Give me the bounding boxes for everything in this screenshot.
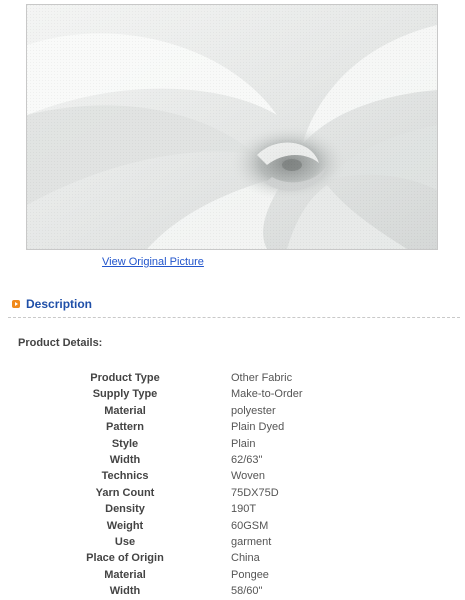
spec-key: Supply Type <box>92 388 158 401</box>
spec-key: Use <box>114 535 136 548</box>
spec-value: Plain <box>231 437 256 450</box>
spec-value: 58/60" <box>231 585 263 598</box>
section-title: Description <box>26 297 93 311</box>
spec-value: 62/63" <box>231 453 263 466</box>
spec-row: Material Pongee <box>0 567 465 583</box>
spec-row: Use garment <box>0 534 465 550</box>
spec-key: Style <box>111 437 139 450</box>
spec-key: Pattern <box>106 421 144 434</box>
spec-row: Pattern Plain Dyed <box>0 419 465 435</box>
spec-key: Weight <box>106 519 144 532</box>
spec-value: Pongee <box>231 568 269 581</box>
spec-key: Width <box>109 453 141 466</box>
spec-value: 190T <box>231 503 257 516</box>
spec-key: Yarn Count <box>95 486 155 499</box>
specs-table: Product Type Other Fabric Supply Type Ma… <box>0 370 465 599</box>
spec-row: Width 62/63" <box>0 452 465 468</box>
spec-value: China <box>231 552 260 565</box>
spec-value: Make-to-Order <box>231 388 303 401</box>
spec-key: Material <box>104 404 146 417</box>
spec-value: polyester <box>231 404 276 417</box>
product-image[interactable] <box>26 4 438 250</box>
spec-row: Width 58/60" <box>0 583 465 599</box>
spec-row: Density 190T <box>0 501 465 517</box>
spec-row: Style Plain <box>0 436 465 452</box>
orange-bullet-icon <box>12 300 20 308</box>
spec-key: Technics <box>101 470 149 483</box>
spec-value: 60GSM <box>231 519 269 532</box>
spec-row: Supply Type Make-to-Order <box>0 386 465 402</box>
spec-value: Plain Dyed <box>231 421 285 434</box>
fabric-photo <box>27 5 437 249</box>
spec-key: Density <box>105 503 145 516</box>
view-original-picture-link[interactable]: View Original Picture <box>102 256 204 268</box>
spec-key: Width <box>109 585 141 598</box>
spec-row: Material polyester <box>0 403 465 419</box>
spec-row: Yarn Count 75DX75D <box>0 485 465 501</box>
spec-row: Technics Woven <box>0 468 465 484</box>
spec-key: Place of Origin <box>86 552 164 565</box>
spec-value: Other Fabric <box>231 372 293 384</box>
spec-row: Weight 60GSM <box>0 518 465 534</box>
spec-value: 75DX75D <box>231 486 279 499</box>
description-header: Description <box>12 297 92 311</box>
spec-key: Product Type <box>90 372 160 384</box>
spec-key: Material <box>104 568 146 581</box>
spec-row: Product Type Other Fabric <box>0 370 465 386</box>
divider <box>8 317 460 318</box>
spec-value: Woven <box>231 470 266 483</box>
product-details-label: Product Details: <box>18 337 103 349</box>
spec-value: garment <box>231 535 272 548</box>
spec-row: Place of Origin China <box>0 550 465 566</box>
